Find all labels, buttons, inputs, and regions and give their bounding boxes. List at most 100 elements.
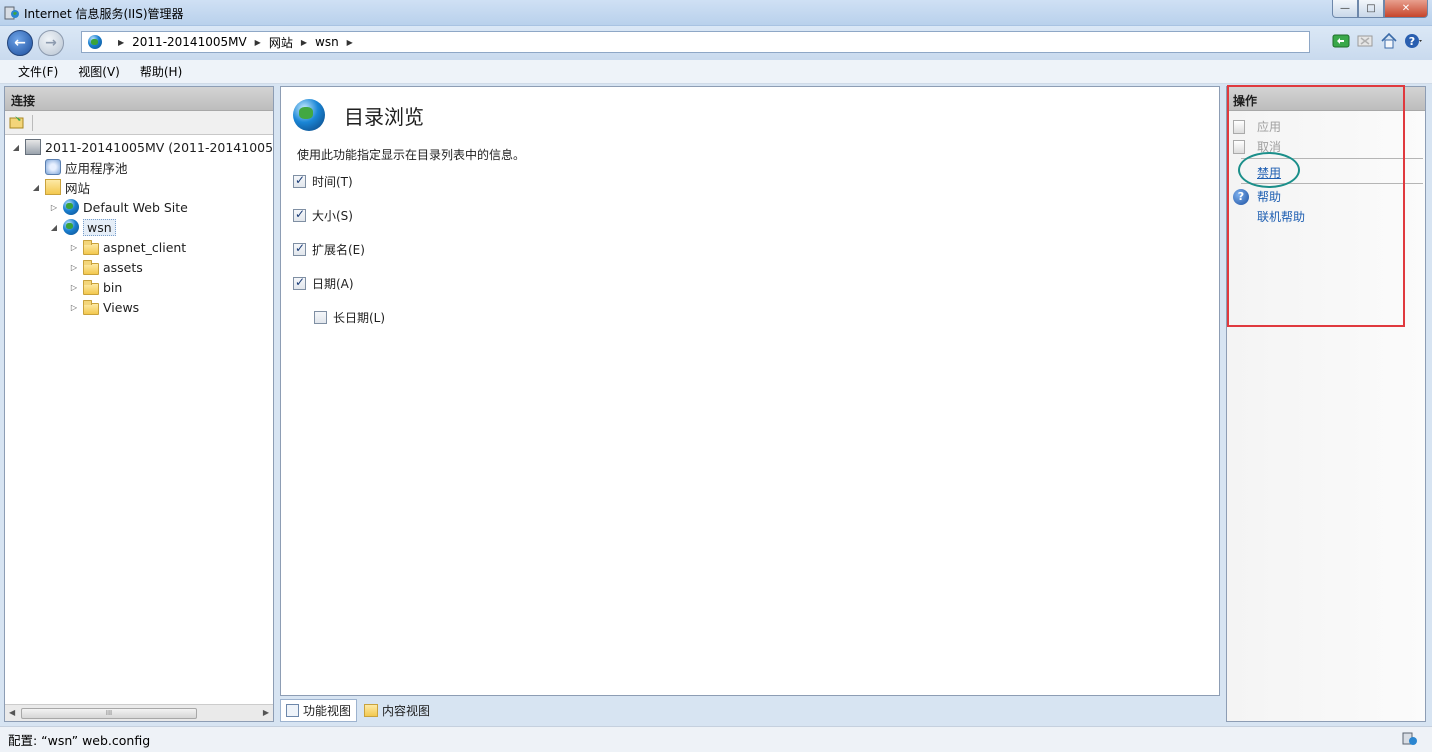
scrollbar-thumb[interactable]: III: [21, 708, 197, 719]
scroll-right-icon[interactable]: ▶: [263, 708, 269, 717]
forward-button[interactable]: →: [38, 30, 64, 56]
menu-bar: 文件(F) 视图(V) 帮助(H): [0, 60, 1432, 84]
breadcrumb-wsn[interactable]: wsn: [315, 35, 339, 49]
menu-help[interactable]: 帮助(H): [134, 63, 188, 80]
breadcrumb-server[interactable]: 2011-20141005MV: [132, 35, 247, 49]
date-checkbox[interactable]: [293, 275, 306, 290]
option-time[interactable]: 时间(T): [293, 173, 353, 190]
tree-node-app-pools[interactable]: 应用程序池: [31, 157, 128, 177]
tree-node-server[interactable]: ◢ 2011-20141005MV (2011-20141005MV: [11, 137, 273, 157]
globe-icon: [63, 219, 79, 235]
option-date[interactable]: 日期(A): [293, 275, 354, 292]
app-pool-icon: [45, 159, 61, 175]
refresh-icon[interactable]: [1332, 32, 1350, 50]
tree-node-folder[interactable]: ▷ bin: [69, 277, 122, 297]
help-icon[interactable]: ?: [1404, 32, 1422, 50]
size-checkbox[interactable]: [293, 207, 306, 222]
status-text: 配置: “wsn” web.config: [8, 733, 151, 748]
connect-icon[interactable]: [9, 115, 25, 129]
title-bar: Internet 信息服务(IIS)管理器 — □ ✕: [0, 0, 1432, 26]
tree-node-folder[interactable]: ▷ assets: [69, 257, 143, 277]
tree-label-server: 2011-20141005MV (2011-20141005MV: [45, 139, 273, 155]
extension-checkbox[interactable]: [293, 241, 306, 256]
annotation-highlight-box: [1227, 85, 1405, 327]
folder-icon: [83, 299, 99, 315]
tree-node-folder[interactable]: ▷ aspnet_client: [69, 237, 186, 257]
close-button[interactable]: ✕: [1384, 0, 1428, 18]
expand-icon[interactable]: ▷: [69, 263, 79, 272]
option-extension[interactable]: 扩展名(E): [293, 241, 365, 258]
connections-toolbar: [5, 111, 273, 135]
connections-panel: 连接 ◢ 2011-20141005MV (2011-20141005MV 应用…: [4, 86, 274, 722]
collapse-icon[interactable]: ◢: [11, 143, 21, 152]
breadcrumb-sites[interactable]: 网站: [269, 34, 293, 51]
option-label: 日期(A): [312, 277, 354, 291]
option-label: 大小(S): [312, 209, 353, 223]
globe-icon: [63, 199, 79, 215]
menu-view[interactable]: 视图(V): [72, 63, 126, 80]
home-icon[interactable]: [1380, 32, 1398, 50]
address-bar[interactable]: ▶ 2011-20141005MV ▶ 网站 ▶ wsn ▶: [81, 31, 1310, 53]
view-tabs: 功能视图 内容视图: [280, 698, 437, 722]
network-status-icon: [1402, 732, 1417, 745]
menu-file[interactable]: 文件(F): [12, 63, 64, 80]
folder-icon: [83, 279, 99, 295]
option-size[interactable]: 大小(S): [293, 207, 353, 224]
tab-content-view[interactable]: 内容视图: [359, 700, 435, 721]
minimize-button[interactable]: —: [1332, 0, 1358, 18]
horizontal-scrollbar[interactable]: ◀ III ▶: [5, 704, 273, 721]
breadcrumb-separator[interactable]: ▶: [347, 38, 353, 47]
breadcrumb-separator: ▶: [254, 37, 261, 47]
features-view-icon: [286, 703, 299, 717]
long-date-checkbox[interactable]: [314, 311, 327, 324]
tree-label-sites: 网站: [65, 180, 91, 196]
iis-app-icon: [4, 6, 19, 20]
tab-label: 功能视图: [303, 703, 352, 718]
tab-features-view[interactable]: 功能视图: [280, 698, 358, 722]
collapse-icon[interactable]: ◢: [49, 223, 59, 232]
navigation-bar: ← → ▶ 2011-20141005MV ▶ 网站 ▶ wsn ▶ ?: [0, 26, 1432, 60]
server-icon: [25, 139, 41, 155]
status-bar: 配置: “wsn” web.config: [0, 726, 1432, 752]
directory-browsing-icon: [293, 99, 325, 131]
tree-node-folder[interactable]: ▷ Views: [69, 297, 139, 317]
svg-text:?: ?: [1409, 35, 1415, 48]
tree-label-folder: assets: [103, 259, 143, 275]
option-long-date[interactable]: 长日期(L): [314, 309, 385, 326]
tree-label-folder: aspnet_client: [103, 239, 187, 255]
expand-icon[interactable]: ▷: [69, 303, 79, 312]
expand-icon[interactable]: ▷: [49, 203, 59, 212]
expand-icon[interactable]: ▷: [69, 283, 79, 292]
back-button[interactable]: ←: [7, 30, 33, 56]
stop-icon[interactable]: [1356, 32, 1374, 50]
tab-label: 内容视图: [382, 703, 431, 718]
tree-node-wsn[interactable]: ◢ wsn: [49, 217, 116, 237]
window-title: Internet 信息服务(IIS)管理器: [24, 7, 184, 21]
tree-node-sites[interactable]: ◢ 网站: [31, 177, 90, 197]
option-label: 长日期(L): [333, 311, 386, 325]
page-description: 使用此功能指定显示在目录列表中的信息。: [297, 148, 526, 162]
scroll-left-icon[interactable]: ◀: [9, 708, 15, 717]
collapse-icon[interactable]: ◢: [31, 183, 41, 192]
breadcrumb-separator: ▶: [118, 37, 125, 47]
toolbar-separator: [32, 115, 33, 131]
content-view-icon: [364, 703, 379, 717]
folder-icon: [83, 259, 99, 275]
maximize-button[interactable]: □: [1358, 0, 1384, 18]
feature-panel: 目录浏览 使用此功能指定显示在目录列表中的信息。 时间(T) 大小(S) 扩展名…: [280, 86, 1220, 696]
sites-icon: [45, 179, 61, 195]
connections-header: 连接: [5, 87, 273, 111]
tree-label-wsn: wsn: [83, 218, 116, 236]
tree-label-app-pools: 应用程序池: [65, 160, 128, 176]
globe-icon: [88, 35, 102, 49]
tree-node-default-site[interactable]: ▷ Default Web Site: [49, 197, 188, 217]
breadcrumb-separator: ▶: [300, 37, 307, 47]
tree-label-folder: Views: [103, 299, 140, 315]
time-checkbox[interactable]: [293, 173, 306, 188]
option-label: 时间(T): [312, 175, 353, 189]
annotation-highlight-ellipse: [1238, 152, 1300, 188]
connections-tree: ◢ 2011-20141005MV (2011-20141005MV 应用程序池…: [5, 135, 273, 691]
tree-label-folder: bin: [103, 279, 123, 295]
expand-icon[interactable]: ▷: [69, 243, 79, 252]
page-title: 目录浏览: [344, 105, 424, 129]
